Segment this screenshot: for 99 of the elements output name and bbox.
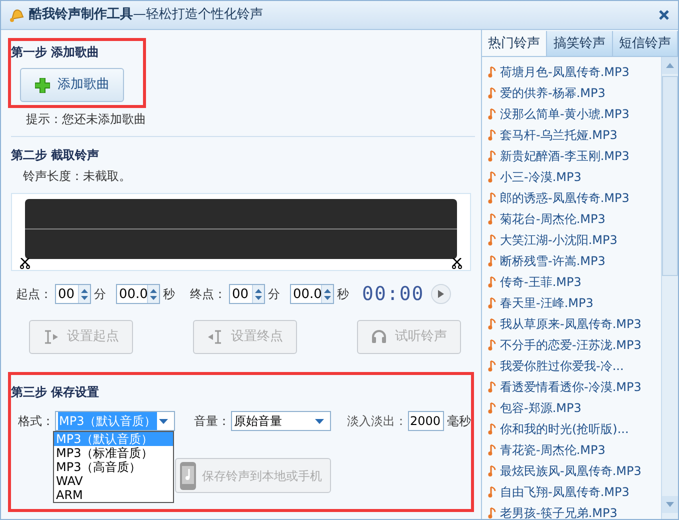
format-option[interactable]: ARM bbox=[54, 488, 173, 502]
step-heading: 第三步 保存设置 bbox=[11, 384, 100, 401]
format-option[interactable]: MP3（高音质） bbox=[54, 460, 173, 474]
step-heading: 第二步 截取铃声 bbox=[11, 147, 100, 164]
window-title: 酷我铃声制作工具—轻松打造个性化铃声 bbox=[29, 6, 263, 24]
add-song-button[interactable]: 添加歌曲 bbox=[20, 68, 124, 102]
up-arrow-icon bbox=[666, 63, 674, 68]
song-item[interactable]: 断桥残雪-许嵩.MP3 bbox=[488, 250, 661, 271]
dropdown-arrow-icon[interactable] bbox=[159, 418, 168, 424]
song-item[interactable]: 郎的诱惑-凤凰传奇.MP3 bbox=[488, 187, 661, 208]
plus-icon bbox=[34, 78, 50, 92]
song-item[interactable]: 老男孩-筷子兄弟.MP3 bbox=[488, 502, 661, 519]
volume-label: 音量： bbox=[194, 413, 230, 430]
spin-field[interactable]: 00.0 bbox=[290, 284, 334, 304]
time-display: 00:00 bbox=[362, 283, 424, 305]
music-note-icon bbox=[488, 380, 496, 392]
song-item[interactable]: 菊花台-周杰伦.MP3 bbox=[488, 208, 661, 229]
play-button[interactable] bbox=[431, 284, 452, 304]
marker-icon bbox=[207, 329, 223, 345]
hint-text: 提示：您还未添加歌曲 bbox=[26, 111, 147, 128]
song-item[interactable]: 包容-郑源.MP3 bbox=[488, 397, 661, 418]
song-item[interactable]: 最炫民族风-凤凰传奇.MP3 bbox=[488, 460, 661, 481]
music-note-icon bbox=[488, 108, 496, 120]
down-arrow-icon[interactable] bbox=[255, 296, 262, 300]
music-note-icon bbox=[488, 170, 496, 182]
close-icon[interactable] bbox=[658, 9, 670, 21]
music-note-icon bbox=[488, 360, 496, 372]
music-note-icon bbox=[488, 338, 496, 350]
song-item[interactable]: 春天里-汪峰.MP3 bbox=[488, 292, 661, 313]
song-item[interactable]: 荷塘月色-凤凰传奇.MP3 bbox=[488, 61, 661, 82]
fade-label: 淡入淡出： bbox=[347, 413, 407, 430]
music-note-icon bbox=[488, 444, 496, 456]
song-item[interactable]: 传奇-王菲.MP3 bbox=[488, 271, 661, 292]
spin-field[interactable]: 00 bbox=[55, 284, 91, 304]
music-note-icon bbox=[488, 422, 496, 434]
song-item[interactable]: 爱的供养-杨幂.MP3 bbox=[488, 82, 661, 103]
format-option[interactable]: WAV bbox=[54, 474, 173, 488]
music-note-icon bbox=[488, 254, 496, 266]
unit-label: 秒 bbox=[163, 286, 175, 303]
song-item[interactable]: 新贵妃醉酒-李玉刚.MP3 bbox=[488, 145, 661, 166]
down-arrow-icon[interactable] bbox=[150, 296, 157, 300]
song-item[interactable]: 没那么简单-黄小琥.MP3 bbox=[488, 103, 661, 124]
music-note-icon bbox=[488, 192, 496, 204]
headphones-icon bbox=[371, 329, 387, 345]
bell-icon bbox=[9, 7, 25, 23]
scissors-icon[interactable] bbox=[452, 258, 462, 269]
scrollbar[interactable] bbox=[661, 57, 678, 519]
step-heading: 第一步 添加歌曲 bbox=[11, 44, 100, 61]
music-note-icon bbox=[488, 212, 496, 224]
music-note-icon bbox=[488, 128, 496, 140]
phone-icon bbox=[180, 462, 196, 490]
play-icon bbox=[438, 290, 444, 298]
time-label: 起点： bbox=[16, 286, 52, 303]
spin-field[interactable]: 00 bbox=[229, 284, 265, 304]
up-arrow-icon[interactable] bbox=[81, 288, 88, 292]
song-item[interactable]: 自由飞翔-凤凰传奇.MP3 bbox=[488, 481, 661, 502]
song-item[interactable]: 看透爱情看透你-冷漠.MP3 bbox=[488, 376, 661, 397]
down-arrow-icon[interactable] bbox=[81, 296, 88, 300]
volume-dropdown[interactable]: 原始音量 bbox=[231, 411, 331, 431]
song-item[interactable]: 我从草原来-凤凰传奇.MP3 bbox=[488, 313, 661, 334]
dropdown-arrow-icon[interactable] bbox=[315, 418, 324, 424]
music-note-icon bbox=[488, 86, 496, 98]
unit-label: 秒 bbox=[337, 286, 349, 303]
music-note-icon bbox=[488, 296, 496, 308]
music-note-icon bbox=[488, 276, 496, 288]
fade-input-field[interactable]: 2000 bbox=[408, 411, 444, 431]
down-arrow-icon bbox=[666, 502, 674, 507]
scroll-thumb[interactable] bbox=[662, 76, 678, 276]
unit-label: 分 bbox=[268, 286, 280, 303]
song-item[interactable]: 你和我的时光(抢听版)... bbox=[488, 418, 661, 439]
length-text: 铃声长度：未截取。 bbox=[23, 168, 132, 185]
music-note-icon bbox=[488, 506, 496, 518]
up-arrow-icon[interactable] bbox=[150, 288, 157, 292]
down-arrow-icon[interactable] bbox=[324, 296, 331, 300]
time-label: 终点： bbox=[190, 286, 226, 303]
song-item[interactable]: 小三-冷漠.MP3 bbox=[488, 166, 661, 187]
song-item[interactable]: 不分手的恋爱-汪苏泷.MP3 bbox=[488, 334, 661, 355]
unit-label: 毫秒 bbox=[447, 413, 471, 430]
music-note-icon bbox=[488, 486, 496, 498]
up-arrow-icon[interactable] bbox=[255, 288, 262, 292]
marker-icon bbox=[43, 329, 59, 345]
tab[interactable]: 搞笑铃声 bbox=[547, 31, 613, 56]
song-item[interactable]: 青花瓷-周杰伦.MP3 bbox=[488, 439, 661, 460]
spin-field[interactable]: 00.0 bbox=[116, 284, 160, 304]
music-note-icon bbox=[488, 66, 496, 78]
song-item[interactable]: 大笑江湖-小沈阳.MP3 bbox=[488, 229, 661, 250]
tab[interactable]: 短信铃声 bbox=[612, 31, 678, 56]
song-item[interactable]: 套马杆-乌兰托娅.MP3 bbox=[488, 124, 661, 145]
format-label: 格式： bbox=[18, 413, 54, 430]
music-note-icon bbox=[488, 464, 496, 476]
music-note-icon bbox=[488, 318, 496, 330]
music-note-icon bbox=[488, 234, 496, 246]
music-note-icon bbox=[488, 402, 496, 414]
up-arrow-icon[interactable] bbox=[324, 288, 331, 292]
format-option[interactable]: MP3（标准音质） bbox=[54, 446, 173, 460]
music-note-icon bbox=[488, 150, 496, 162]
song-item[interactable]: 我爱你胜过你爱我-冷... bbox=[488, 355, 661, 376]
scissors-icon[interactable] bbox=[20, 258, 30, 269]
unit-label: 分 bbox=[94, 286, 106, 303]
